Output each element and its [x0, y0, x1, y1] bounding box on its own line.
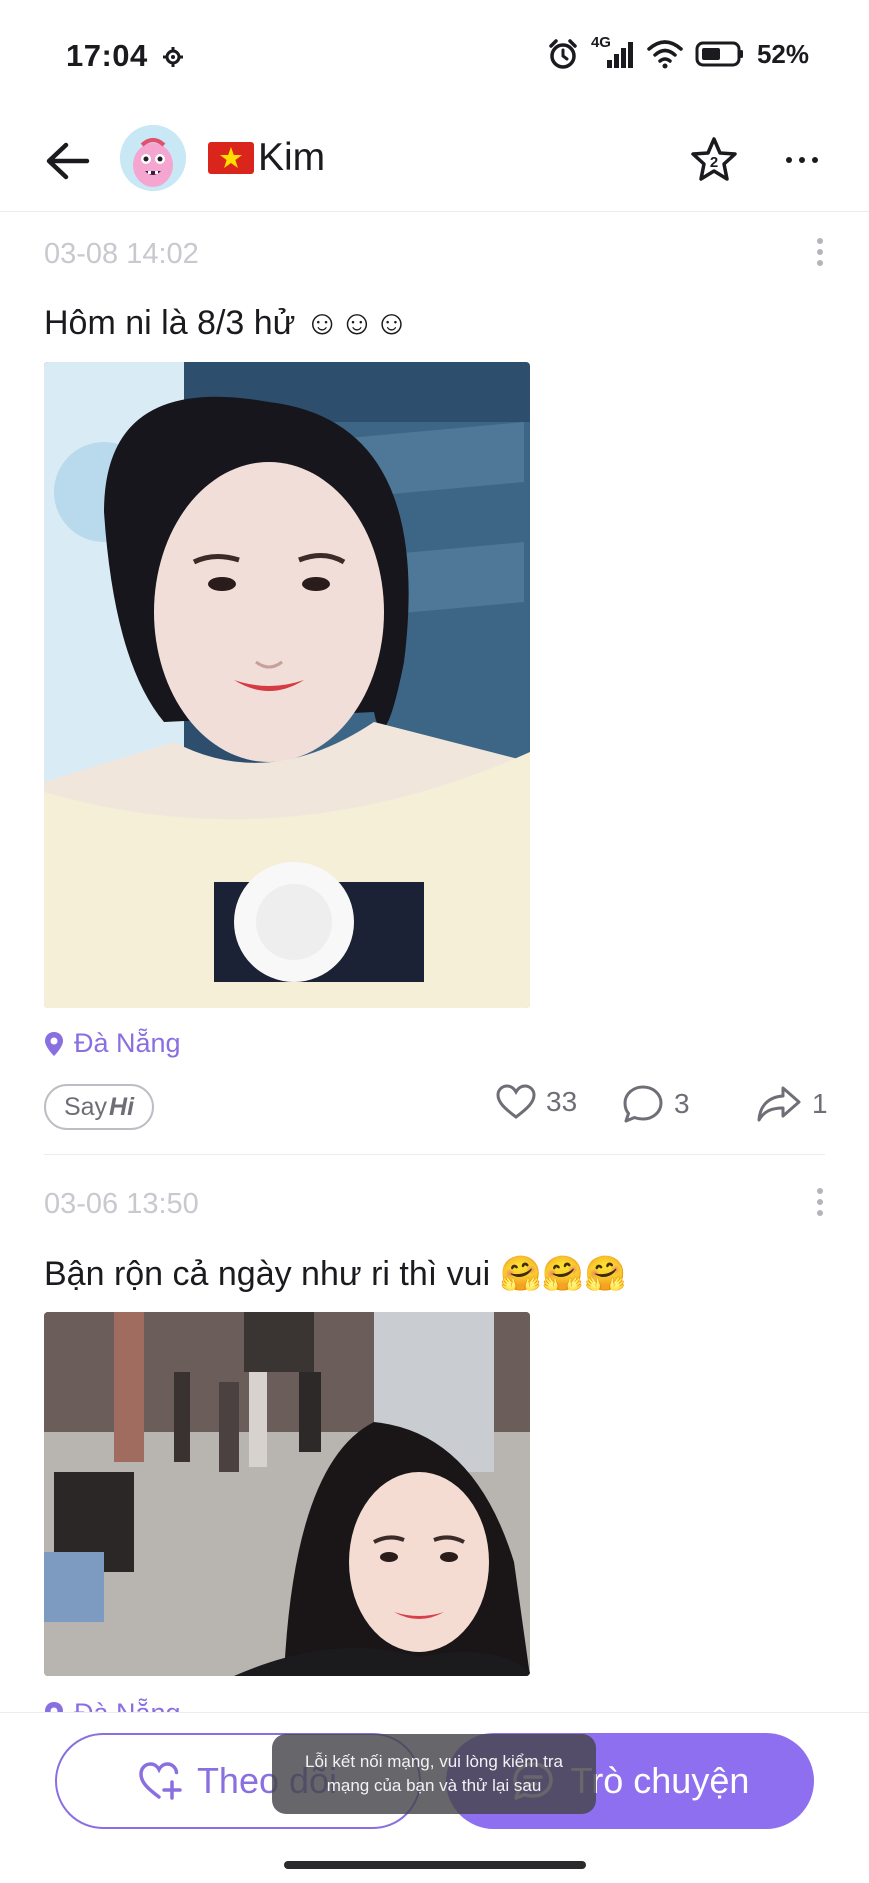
arrow-left-icon — [46, 142, 90, 180]
vietnam-flag-icon — [208, 142, 254, 174]
battery-percent: 52% — [756, 38, 809, 69]
more-dot — [799, 157, 805, 163]
menu-dot — [817, 1210, 823, 1216]
heart-plus-icon — [139, 1762, 182, 1800]
comment-button[interactable]: 3 — [622, 1084, 690, 1124]
profile-name: Kim — [208, 136, 325, 180]
salon-selfie-photo — [44, 1312, 530, 1676]
chat-label: Trò chuyện — [570, 1760, 750, 1801]
status-bar: 17:04 4G 52% — [0, 0, 869, 110]
say-hi-hi: Hi — [109, 1092, 135, 1121]
toast-line-2: mạng của bạn và thử lại sau — [326, 1776, 542, 1795]
comment-icon — [623, 1085, 663, 1123]
signal-icon: 4G — [591, 34, 635, 70]
menu-dot — [817, 238, 823, 244]
home-indicator[interactable] — [284, 1861, 586, 1869]
post-location[interactable]: Đà Nẵng — [44, 1028, 181, 1059]
favorite-button[interactable]: 2 — [690, 136, 738, 184]
star-icon: 2 — [691, 137, 737, 181]
post-text: Hôm ni là 8/3 hử ☺☺☺ — [44, 304, 410, 342]
menu-dot — [817, 1199, 823, 1205]
post-text: Bận rộn cả ngày như ri thì vui 🤗🤗🤗 — [44, 1255, 627, 1293]
like-count: 33 — [546, 1086, 578, 1117]
status-icons: 4G 52% — [547, 34, 809, 70]
settings-icon — [163, 47, 183, 67]
post-photo[interactable] — [44, 362, 530, 1008]
alarm-icon — [549, 39, 577, 69]
share-button[interactable]: 1 — [756, 1084, 828, 1124]
star-badge: 2 — [710, 154, 718, 171]
more-dot — [812, 157, 818, 163]
network-error-toast: Lỗi kết nối mạng, vui lòng kiểm tra mạng… — [272, 1734, 596, 1814]
post-time: 03-06 13:50 — [44, 1188, 199, 1220]
post-menu-button[interactable] — [810, 1182, 830, 1222]
share-count: 1 — [812, 1088, 828, 1119]
more-options-button[interactable] — [778, 136, 826, 184]
location-pin-icon — [45, 1031, 63, 1056]
share-arrow-icon — [757, 1086, 801, 1122]
post-photo[interactable] — [44, 1312, 530, 1676]
wifi-icon — [647, 40, 683, 69]
avatar[interactable] — [120, 125, 186, 191]
profile-name-text: Kim — [258, 136, 326, 179]
toast-line-1: Lỗi kết nối mạng, vui lòng kiểm tra — [305, 1752, 563, 1771]
menu-dot — [817, 1188, 823, 1194]
like-button[interactable]: 33 — [496, 1084, 577, 1120]
menu-dot — [817, 249, 823, 255]
post-divider — [44, 1154, 825, 1155]
post-time: 03-08 14:02 — [44, 238, 199, 270]
say-hi-button[interactable]: Say Hi — [44, 1084, 154, 1130]
location-text: Đà Nẵng — [74, 1028, 181, 1058]
monster-avatar-icon — [120, 125, 186, 191]
portrait-photo — [44, 362, 530, 1008]
battery-icon — [695, 41, 743, 67]
status-time: 17:04 — [66, 38, 148, 73]
menu-dot — [817, 260, 823, 266]
post-menu-button[interactable] — [810, 232, 830, 272]
comment-count: 3 — [674, 1088, 690, 1119]
say-hi-say: Say — [63, 1092, 108, 1121]
profile-header: Kim 2 — [0, 110, 869, 212]
heart-icon — [496, 1084, 536, 1119]
more-dot — [786, 157, 792, 163]
back-button[interactable] — [40, 136, 94, 186]
